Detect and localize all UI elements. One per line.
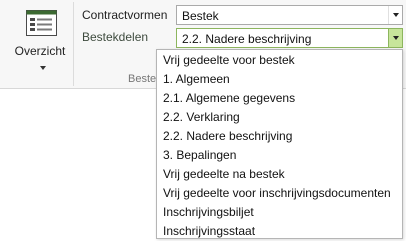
bestekdelen-combobox[interactable]: 2.2. Nadere beschrijving xyxy=(176,28,403,48)
dropdown-item[interactable]: 1. Algemeen xyxy=(157,70,402,89)
contractvormen-dropdown-arrow-icon[interactable] xyxy=(388,6,402,24)
bestekdelen-value: 2.2. Nadere beschrijving xyxy=(182,32,312,46)
ribbon-separator xyxy=(73,2,74,86)
overview-icon xyxy=(26,10,57,36)
dropdown-item[interactable]: 2.1. Algemene gegevens xyxy=(157,89,402,108)
bestekdelen-label: Bestekdelen xyxy=(82,30,149,44)
dropdown-item[interactable]: Vrij gedeelte voor bestek xyxy=(157,51,402,70)
contractvormen-label: Contractvormen xyxy=(82,8,168,22)
bestekdelen-dropdown-list: Vrij gedeelte voor bestek 1. Algemeen 2.… xyxy=(156,49,403,239)
dropdown-item[interactable]: 2.2. Nadere beschrijving xyxy=(157,127,402,146)
dropdown-item[interactable]: Inschrijvingsbiljet xyxy=(157,203,402,222)
dropdown-item[interactable]: Vrij gedeelte voor inschrijvingsdocument… xyxy=(157,184,402,203)
dropdown-item[interactable]: 3. Bepalingen xyxy=(157,146,402,165)
ribbon-group-label: Beste xyxy=(128,73,157,85)
overzicht-button[interactable]: Overzicht xyxy=(4,4,70,74)
chevron-down-icon xyxy=(40,66,46,70)
overzicht-label: Overzicht xyxy=(14,44,66,58)
dropdown-item[interactable]: Vrij gedeelte na bestek xyxy=(157,165,402,184)
dropdown-item[interactable]: 2.2. Verklaring xyxy=(157,108,402,127)
contractvormen-combobox[interactable]: Bestek xyxy=(176,5,403,25)
bestekdelen-dropdown-arrow-icon[interactable] xyxy=(388,29,402,47)
contractvormen-value: Bestek xyxy=(182,9,219,23)
dropdown-item[interactable]: Inschrijvingsstaat xyxy=(157,222,402,241)
